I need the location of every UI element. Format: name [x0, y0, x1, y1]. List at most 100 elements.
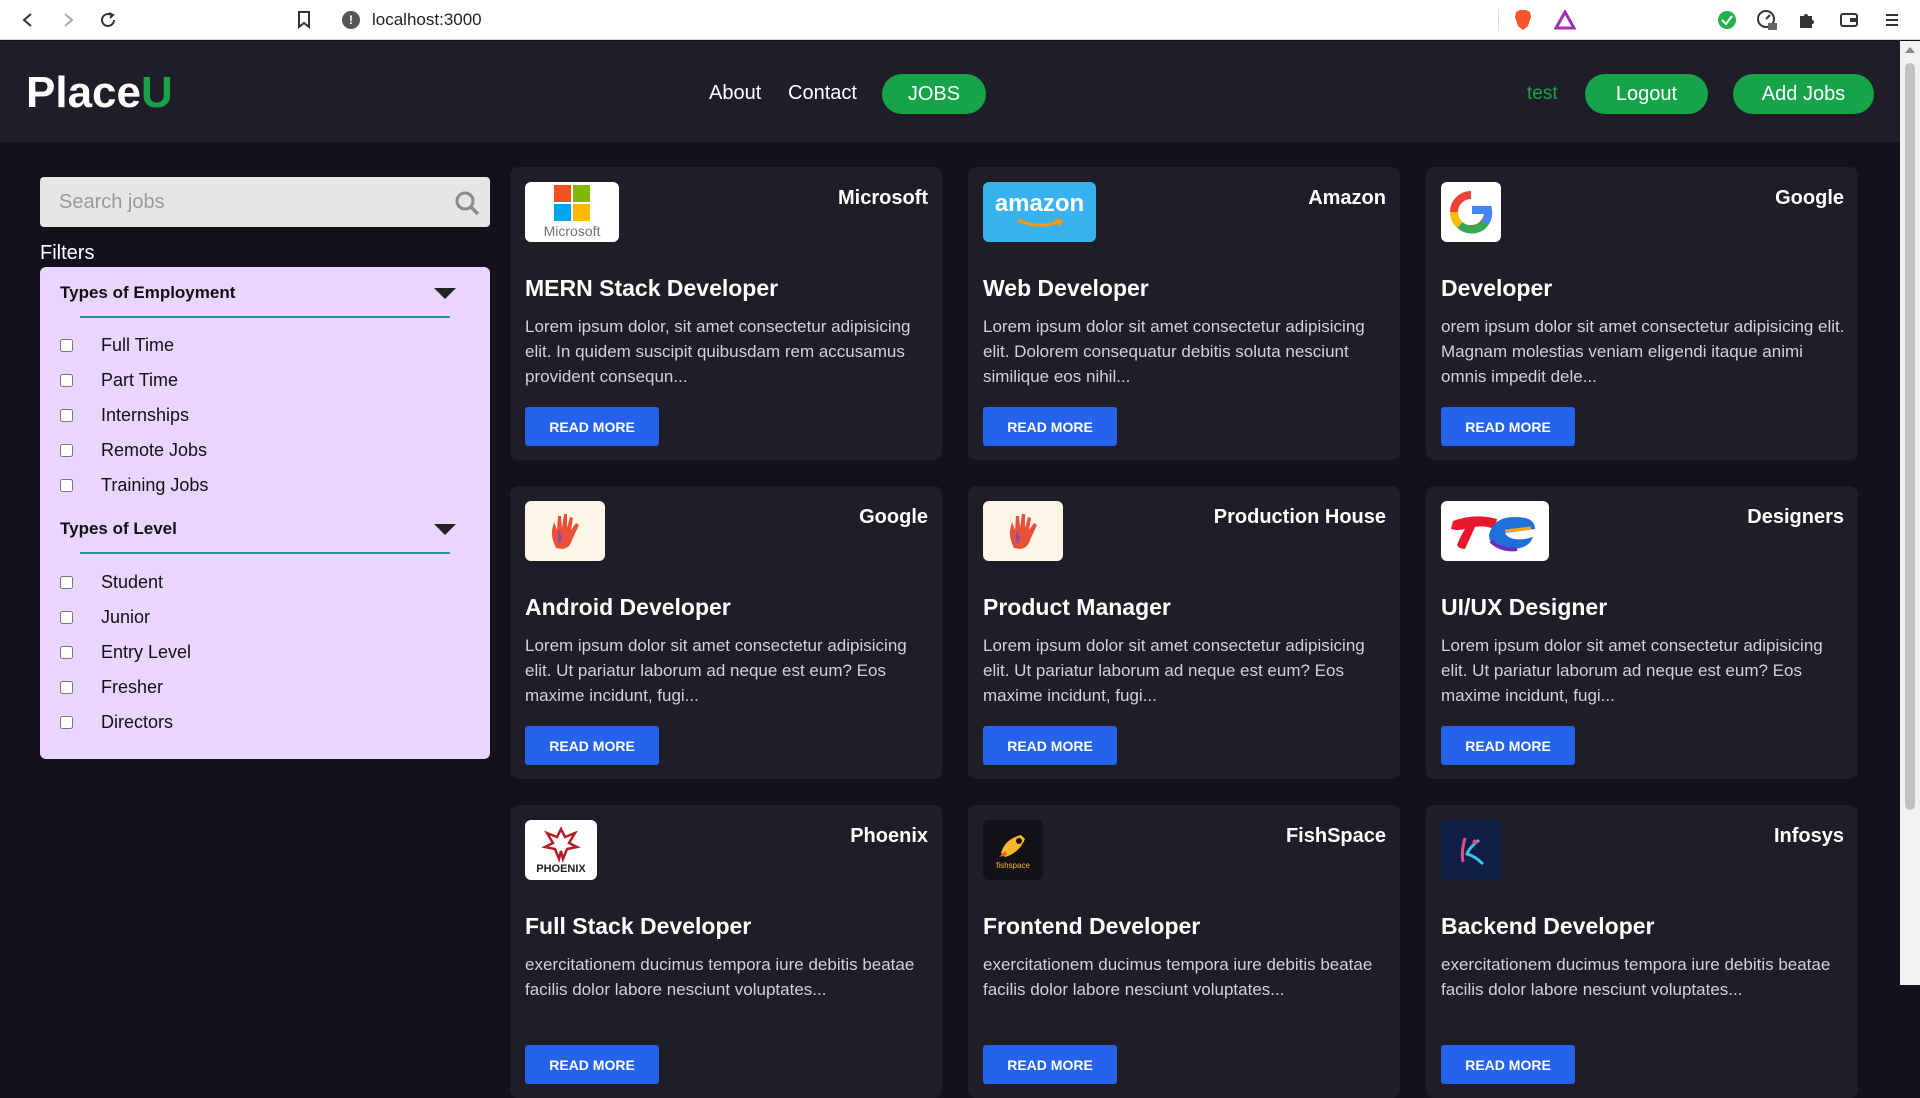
training-jobs-checkbox[interactable] — [60, 478, 73, 492]
bookmark-icon[interactable] — [290, 6, 318, 34]
wallet-icon[interactable] — [1837, 8, 1861, 32]
hand-logo — [525, 501, 605, 561]
entry-level-checkbox[interactable] — [60, 645, 73, 659]
part-time-checkbox[interactable] — [60, 373, 73, 387]
placeu-logo[interactable]: PlaceU — [26, 68, 173, 118]
full-time-checkbox[interactable] — [60, 338, 73, 352]
job-description: Lorem ipsum dolor sit amet consectetur a… — [1441, 636, 1823, 705]
add-jobs-button[interactable]: Add Jobs — [1733, 74, 1874, 114]
speed-dial-icon[interactable] — [1755, 8, 1779, 32]
filter-option-entry-level[interactable]: Entry Level — [60, 639, 191, 665]
read-more-button[interactable]: READ MORE — [983, 407, 1117, 446]
filter-option-label: Directors — [101, 711, 174, 732]
brave-shield-icon[interactable] — [1511, 8, 1535, 32]
read-more-button[interactable]: READ MORE — [983, 1045, 1117, 1084]
filter-option-label: Fresher — [101, 676, 164, 697]
read-more-button[interactable]: READ MORE — [983, 726, 1117, 765]
job-title: Android Developer — [525, 594, 731, 620]
filters-panel: Types of Employment Full Time Part Time … — [40, 267, 490, 759]
student-checkbox[interactable] — [60, 575, 73, 589]
filter-option-remote-jobs[interactable]: Remote Jobs — [60, 437, 207, 463]
job-card: Infosys Backend Developer exercitationem… — [1426, 805, 1858, 1098]
directors-checkbox[interactable] — [60, 715, 73, 729]
nav-jobs-button[interactable]: JOBS — [882, 74, 986, 114]
group-divider — [80, 316, 450, 318]
back-icon[interactable] — [14, 6, 42, 34]
filter-option-label: Training Jobs — [101, 474, 209, 495]
extensions-puzzle-icon[interactable] — [1795, 8, 1819, 32]
job-title: MERN Stack Developer — [525, 275, 779, 301]
job-card: Microsoft Microsoft MERN Stack Developer… — [510, 167, 942, 460]
company-name: FishSpace — [1285, 825, 1386, 847]
read-more-button[interactable]: READ MORE — [1441, 407, 1575, 446]
junior-checkbox[interactable] — [60, 610, 73, 624]
job-title: UI/UX Designer — [1441, 594, 1608, 620]
nav-contact-link[interactable]: Contact — [788, 82, 857, 105]
filter-option-internships[interactable]: Internships — [60, 402, 189, 428]
nav-about-link[interactable]: About — [709, 82, 761, 105]
caret-down-icon[interactable] — [434, 287, 456, 299]
filter-option-training-jobs[interactable]: Training Jobs — [60, 472, 208, 498]
job-title: Backend Developer — [1441, 913, 1655, 939]
phoenix-logo-text: PHOENIX — [536, 863, 586, 875]
menu-icon[interactable] — [1880, 8, 1904, 32]
filter-option-label: Internships — [101, 404, 190, 425]
filter-option-directors[interactable]: Directors — [60, 709, 173, 735]
filter-option-student[interactable]: Student — [60, 569, 163, 595]
read-more-button[interactable]: READ MORE — [525, 1045, 659, 1084]
amazon-logo-text: amazon — [994, 190, 1085, 217]
url-text: localhost:3000 — [372, 9, 482, 29]
read-more-button[interactable]: READ MORE — [525, 726, 659, 765]
site-info-icon[interactable]: ! — [342, 10, 360, 29]
reload-icon[interactable] — [94, 6, 122, 34]
filter-option-full-time[interactable]: Full Time — [60, 332, 174, 358]
caret-down-icon[interactable] — [434, 523, 456, 535]
filter-option-fresher[interactable]: Fresher — [60, 674, 163, 700]
job-card: Google Developer orem ipsum dolor sit am… — [1426, 167, 1858, 460]
internships-checkbox[interactable] — [60, 408, 73, 422]
filter-option-label: Entry Level — [101, 641, 192, 662]
filter-option-label: Junior — [101, 606, 151, 627]
microsoft-logo: Microsoft — [525, 182, 619, 242]
logo-accent: U — [140, 68, 173, 117]
search-icon[interactable] — [454, 190, 480, 221]
job-title: Web Developer — [983, 275, 1149, 301]
read-more-button[interactable]: READ MORE — [1441, 726, 1575, 765]
job-description: exercitationem ducimus tempora iure debi… — [1441, 955, 1831, 999]
address-bar[interactable]: ! localhost:3000 — [330, 3, 1588, 36]
fresher-checkbox[interactable] — [60, 680, 73, 694]
company-name: Amazon — [1308, 187, 1386, 209]
page-scrollbar[interactable] — [1900, 41, 1920, 985]
employment-filter-title: Types of Employment — [60, 283, 236, 302]
filters-heading: Filters — [40, 242, 95, 264]
search-input[interactable] — [59, 190, 439, 214]
job-description: Lorem ipsum dolor sit amet consectetur a… — [525, 636, 907, 705]
fishspace-logo: fishspace — [983, 820, 1043, 880]
group-divider — [80, 552, 450, 554]
job-description: orem ipsum dolor sit amet consectetur ad… — [1441, 317, 1845, 386]
scrollbar-thumb[interactable] — [1905, 63, 1915, 810]
google-logo — [1441, 182, 1501, 242]
toolbar-divider — [1498, 9, 1499, 31]
extension-check-icon[interactable] — [1715, 8, 1739, 32]
logout-button[interactable]: Logout — [1585, 74, 1708, 114]
employment-filter-header[interactable]: Types of Employment — [60, 278, 470, 308]
read-more-button[interactable]: READ MORE — [1441, 1045, 1575, 1084]
forward-icon[interactable] — [54, 6, 82, 34]
level-filter-header[interactable]: Types of Level — [60, 514, 470, 544]
app-header: PlaceU About Contact JOBS test Logout Ad… — [0, 41, 1900, 142]
browser-toolbar: ! localhost:3000 — [0, 0, 1920, 40]
company-name: Google — [1775, 187, 1844, 209]
filter-option-label: Remote Jobs — [101, 439, 208, 460]
job-description: exercitationem ducimus tempora iure debi… — [983, 955, 1373, 999]
scroll-up-icon[interactable] — [1905, 47, 1915, 53]
filter-option-part-time[interactable]: Part Time — [60, 367, 178, 393]
filter-option-junior[interactable]: Junior — [60, 604, 150, 630]
search-box — [40, 177, 490, 227]
remote-jobs-checkbox[interactable] — [60, 443, 73, 457]
company-name: Designers — [1747, 506, 1844, 528]
brave-rewards-icon[interactable] — [1553, 8, 1577, 32]
read-more-button[interactable]: READ MORE — [525, 407, 659, 446]
hand-logo — [983, 501, 1063, 561]
microsoft-logo-text: Microsoft — [543, 223, 601, 239]
